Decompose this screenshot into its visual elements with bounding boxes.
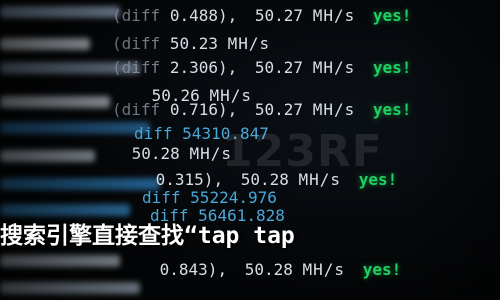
diff-value: 0.488), [169,6,238,25]
diff-value: 0.843), [159,260,228,279]
status-yes: yes! [372,100,412,119]
hash-rate: 50.28 [244,260,293,279]
blur-band [0,204,130,216]
hash-unit: MH/s [312,6,356,25]
terminal-line: 50.28 MH/s [122,140,232,168]
hash-unit: MH/s [312,58,356,77]
hash-unit: MH/s [312,100,356,119]
hash-unit: MH/s [302,260,346,279]
watermark: 123RF [222,126,383,177]
hash-rate: 50.27 [254,6,304,25]
diff-prefix: (diff [112,58,161,77]
terminal-line: (diff 2.306), 50.27 MH/s yes! [112,54,411,82]
blur-band [0,96,110,108]
status-yes: yes! [372,58,412,77]
blur-band [0,150,95,162]
blur-band [0,282,140,294]
status-yes: yes! [362,260,402,279]
hash-rate: 50.28 [131,144,180,163]
blur-band [0,255,120,267]
status-yes: yes! [372,6,412,25]
diff-prefix: (diff [112,6,161,25]
blur-band [0,178,160,190]
terminal-screenshot: (diff 0.488), 50.27 MH/s yes! (diff 50.2… [0,0,500,300]
overlay-caption: 搜索引擎直接查找“tap tap [0,223,295,249]
hash-rate: 50.27 [254,58,304,77]
blur-band [0,38,90,50]
blur-band [0,6,120,18]
diff-value: 2.306), [169,58,238,77]
terminal-line: 0.843), 50.28 MH/s yes! [150,256,402,284]
terminal-line: (diff 0.488), 50.27 MH/s yes! [112,2,411,30]
